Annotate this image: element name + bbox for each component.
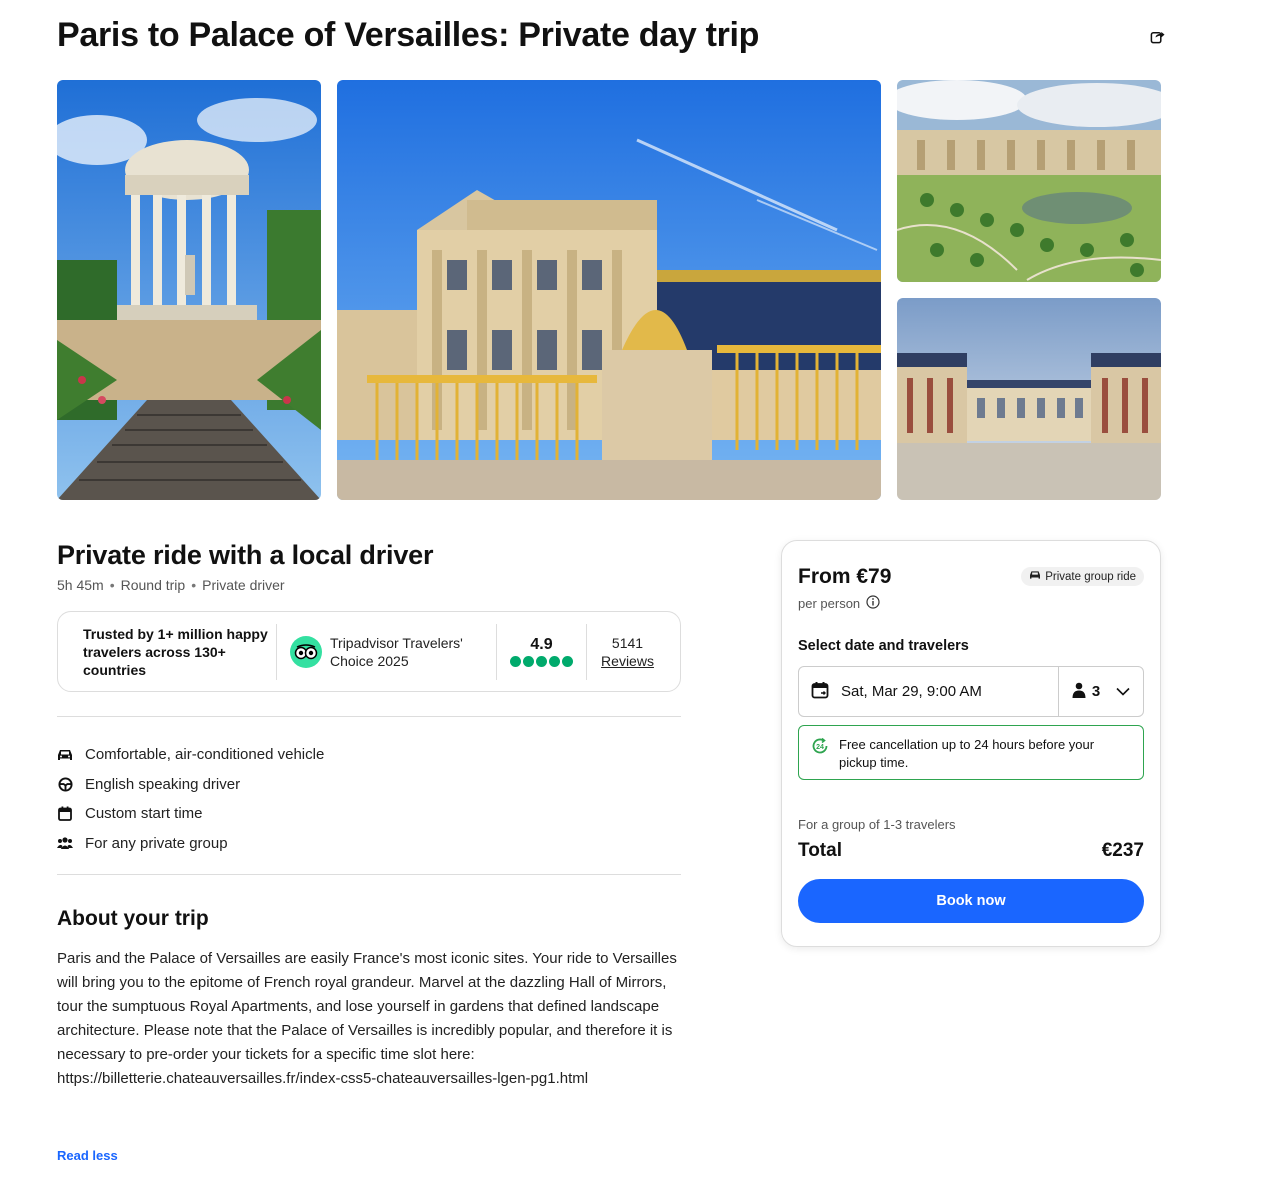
orangerie-gardens-photo[interactable] [897, 80, 1161, 282]
feature-item: Comfortable, air-conditioned vehicle [57, 740, 324, 770]
reviews: 5141 Reviews [587, 634, 680, 670]
read-less-link[interactable]: Read less [57, 1148, 118, 1163]
rating-value: 4.9 [530, 636, 553, 653]
about-heading: About your trip [57, 907, 209, 930]
total-value: €237 [1101, 840, 1144, 861]
24h-cancellation-icon: 24 [811, 737, 829, 760]
feature-label: Comfortable, air-conditioned vehicle [85, 746, 325, 764]
rating-bubble-icon [562, 656, 573, 667]
feature-label: English speaking driver [85, 775, 241, 793]
feature-label: For any private group [85, 834, 228, 852]
selected-date: Sat, Mar 29, 9:00 AM [841, 683, 982, 700]
trip-meta: 5h 45m • Round trip • Private driver [57, 577, 285, 593]
book-now-button[interactable]: Book now [798, 879, 1144, 923]
person-icon [1072, 682, 1086, 702]
rating-bubble-icon [523, 656, 534, 667]
date-picker[interactable]: Sat, Mar 29, 9:00 AM [799, 667, 1059, 716]
group-icon [57, 835, 73, 851]
rating-bubbles [510, 656, 573, 667]
rating: 4.9 [497, 636, 586, 667]
trip-driver: Private driver [202, 577, 285, 593]
info-icon[interactable] [866, 595, 880, 612]
travelers-select[interactable]: 3 [1059, 667, 1143, 716]
award-text: Tripadvisor Travelers' Choice 2025 [330, 634, 463, 669]
steering-wheel-icon [57, 776, 73, 792]
share-icon[interactable] [1147, 26, 1167, 46]
trust-text: Trusted by 1+ million happy travelers ac… [83, 625, 268, 678]
meta-separator: • [191, 577, 197, 593]
feature-item: Custom start time [57, 799, 324, 829]
rating-bubble-icon [510, 656, 521, 667]
features-list: Comfortable, air-conditioned vehicle Eng… [57, 740, 324, 858]
trip-heading: Private ride with a local driver [57, 540, 434, 570]
private-group-badge: Private group ride [1021, 567, 1144, 586]
svg-text:24: 24 [816, 744, 824, 751]
free-cancellation-notice: 24 Free cancellation up to 24 hours befo… [798, 725, 1144, 780]
rating-bubble-icon [536, 656, 547, 667]
divider [57, 716, 681, 717]
reviews-link[interactable]: Reviews [601, 652, 654, 670]
calendar-icon [811, 681, 829, 703]
total-label: Total [798, 840, 842, 861]
page-title: Paris to Palace of Versailles: Private d… [57, 16, 760, 54]
per-person-label: per person [798, 596, 861, 611]
trust-box: Trusted by 1+ million happy travelers ac… [57, 611, 681, 692]
per-person: per person [798, 595, 880, 612]
price: From €79 [798, 565, 892, 588]
marble-courtyard-photo[interactable] [897, 298, 1161, 500]
palace-golden-gate-photo[interactable] [337, 80, 881, 500]
meta-separator: • [109, 577, 115, 593]
car-icon [57, 747, 73, 763]
temple-of-love-photo[interactable] [57, 80, 321, 500]
badge-label: Private group ride [1045, 570, 1136, 583]
trip-duration: 5h 45m [57, 577, 104, 593]
select-label: Select date and travelers [798, 638, 969, 654]
car-icon [1029, 570, 1041, 583]
feature-item: English speaking driver [57, 770, 324, 800]
calendar-icon [57, 806, 73, 822]
tripadvisor-owl-icon [290, 635, 322, 668]
tripadvisor-award: Tripadvisor Travelers' Choice 2025 [277, 634, 496, 670]
rating-bubble-icon [549, 656, 560, 667]
booking-card: From €79 Private group ride per person S… [781, 540, 1161, 947]
group-note: For a group of 1-3 travelers [798, 817, 956, 832]
feature-label: Custom start time [85, 805, 203, 823]
cancellation-text: Free cancellation up to 24 hours before … [839, 737, 1095, 770]
about-text: Paris and the Palace of Versailles are e… [57, 950, 677, 1087]
traveler-count: 3 [1091, 683, 1101, 700]
date-travelers-picker: Sat, Mar 29, 9:00 AM 3 [798, 666, 1144, 717]
review-count: 5141 [611, 634, 644, 651]
trip-type: Round trip [120, 577, 186, 593]
feature-item: For any private group [57, 829, 324, 859]
divider [57, 874, 681, 875]
chevron-down-icon [1116, 683, 1130, 700]
